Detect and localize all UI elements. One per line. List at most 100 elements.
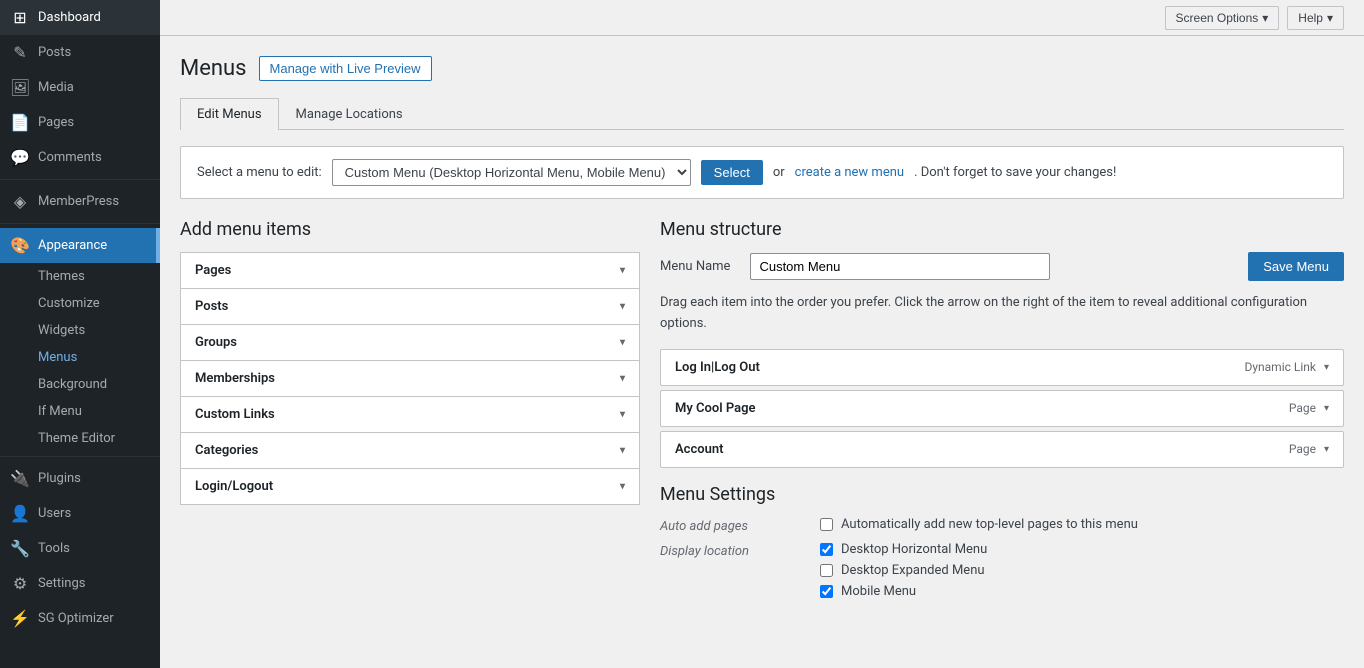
menu-name-label: Menu Name <box>660 259 730 274</box>
sidebar-divider <box>0 179 160 180</box>
sidebar-sub-label-customize: Customize <box>38 296 100 311</box>
menu-item-type-my-cool-page: Page <box>1289 401 1316 415</box>
accordion-header-groups[interactable]: Groups ▾ <box>181 325 639 360</box>
location-mobile-menu-label: Mobile Menu <box>841 584 916 599</box>
sidebar-sub-background[interactable]: Background <box>0 371 160 398</box>
accordion-header-pages[interactable]: Pages ▾ <box>181 253 639 288</box>
sidebar-label-appearance: Appearance <box>38 238 150 253</box>
sidebar-item-plugins[interactable]: 🔌 Plugins <box>0 461 160 496</box>
sidebar-label-posts: Posts <box>38 45 150 60</box>
sidebar-sub-customize[interactable]: Customize <box>0 290 160 317</box>
sidebar-sub-label-if-menu: If Menu <box>38 404 82 419</box>
accordion-header-categories[interactable]: Categories ▾ <box>181 433 639 468</box>
sg-optimizer-icon: ⚡ <box>10 609 30 628</box>
menu-item-label-account: Account <box>675 442 723 457</box>
menu-select-dropdown[interactable]: Custom Menu (Desktop Horizontal Menu, Mo… <box>332 159 691 186</box>
location-mobile-menu-checkbox[interactable] <box>820 585 833 598</box>
location-desktop-horizontal-label: Desktop Horizontal Menu <box>841 542 987 557</box>
menu-item-expand-my-cool-page[interactable]: ▾ <box>1324 403 1329 414</box>
menu-name-input[interactable] <box>750 253 1050 280</box>
sidebar-item-pages[interactable]: 📄 Pages <box>0 105 160 140</box>
add-menu-items-panel: Add menu items Pages ▾ Posts ▾ Groups <box>180 219 640 504</box>
pages-icon: 📄 <box>10 113 30 132</box>
menu-item-log-in-out[interactable]: Log In|Log Out Dynamic Link ▾ <box>660 349 1344 386</box>
accordion-login-logout: Login/Logout ▾ <box>180 468 640 505</box>
auto-add-checkbox-row: Automatically add new top-level pages to… <box>820 517 1138 532</box>
sidebar-item-settings[interactable]: ⚙ Settings <box>0 566 160 601</box>
help-button[interactable]: Help ▾ <box>1287 6 1344 30</box>
tab-edit-menus[interactable]: Edit Menus <box>180 98 279 130</box>
accordion-header-posts[interactable]: Posts ▾ <box>181 289 639 324</box>
auto-add-checkbox[interactable] <box>820 518 833 531</box>
accordion-label-posts: Posts <box>195 299 228 314</box>
location-desktop-horizontal-checkbox[interactable] <box>820 543 833 556</box>
live-preview-button[interactable]: Manage with Live Preview <box>259 56 432 81</box>
help-label: Help <box>1298 11 1323 25</box>
accordion-custom-links: Custom Links ▾ <box>180 396 640 433</box>
accordion-label-custom-links: Custom Links <box>195 407 275 422</box>
drag-instruction: Drag each item into the order you prefer… <box>660 293 1344 335</box>
dashboard-icon: ⊞ <box>10 8 30 27</box>
accordion-label-categories: Categories <box>195 443 258 458</box>
select-menu-row: Select a menu to edit: Custom Menu (Desk… <box>180 146 1344 199</box>
sidebar-item-users[interactable]: 👤 Users <box>0 496 160 531</box>
auto-add-checkbox-label: Automatically add new top-level pages to… <box>841 517 1138 532</box>
tabs-row: Edit Menus Manage Locations <box>180 97 1344 130</box>
sidebar-label-dashboard: Dashboard <box>38 10 150 25</box>
menu-item-expand-log-in-out[interactable]: ▾ <box>1324 362 1329 373</box>
sidebar-label-comments: Comments <box>38 150 150 165</box>
display-location-row: Display location Desktop Horizontal Menu… <box>660 542 1344 599</box>
auto-add-pages-values: Automatically add new top-level pages to… <box>820 517 1138 534</box>
two-column-layout: Add menu items Pages ▾ Posts ▾ Groups <box>180 219 1344 607</box>
menu-item-my-cool-page[interactable]: My Cool Page Page ▾ <box>660 390 1344 427</box>
accordion-arrow-categories: ▾ <box>620 445 625 456</box>
menu-item-type-account: Page <box>1289 442 1316 456</box>
create-new-menu-link[interactable]: create a new menu <box>795 165 904 180</box>
sidebar-label-pages: Pages <box>38 115 150 130</box>
screen-options-button[interactable]: Screen Options ▾ <box>1165 6 1280 30</box>
accordion-header-login-logout[interactable]: Login/Logout ▾ <box>181 469 639 504</box>
location-desktop-expanded-label: Desktop Expanded Menu <box>841 563 985 578</box>
accordion-pages: Pages ▾ <box>180 252 640 289</box>
sidebar-item-sg-optimizer[interactable]: ⚡ SG Optimizer <box>0 601 160 636</box>
sidebar-sub-if-menu[interactable]: If Menu <box>0 398 160 425</box>
accordion-arrow-custom-links: ▾ <box>620 409 625 420</box>
sidebar-item-media[interactable]: 🖼 Media <box>0 70 160 105</box>
sidebar-item-comments[interactable]: 💬 Comments <box>0 140 160 175</box>
sidebar-sub-theme-editor[interactable]: Theme Editor <box>0 425 160 452</box>
sidebar-label-sg-optimizer: SG Optimizer <box>38 611 150 626</box>
sidebar-label-plugins: Plugins <box>38 471 150 486</box>
menu-item-right-my-cool-page: Page ▾ <box>1289 401 1329 415</box>
appearance-icon: 🎨 <box>10 236 30 255</box>
sidebar-item-tools[interactable]: 🔧 Tools <box>0 531 160 566</box>
accordion-header-custom-links[interactable]: Custom Links ▾ <box>181 397 639 432</box>
sidebar-sub-label-theme-editor: Theme Editor <box>38 431 115 446</box>
sidebar-sub-menus[interactable]: Menus <box>0 344 160 371</box>
sidebar-item-appearance[interactable]: 🎨 Appearance <box>0 228 160 263</box>
sidebar-item-memberpress[interactable]: ◈ MemberPress <box>0 184 160 219</box>
sidebar-label-users: Users <box>38 506 150 521</box>
location-desktop-horizontal-row: Desktop Horizontal Menu <box>820 542 987 557</box>
accordion-label-login-logout: Login/Logout <box>195 479 273 494</box>
topbar: Screen Options ▾ Help ▾ <box>160 0 1364 36</box>
sidebar-item-posts[interactable]: ✎ Posts <box>0 35 160 70</box>
accordion-posts: Posts ▾ <box>180 288 640 325</box>
tab-manage-locations[interactable]: Manage Locations <box>279 98 420 130</box>
menu-item-account[interactable]: Account Page ▾ <box>660 431 1344 468</box>
accordion-arrow-pages: ▾ <box>620 265 625 276</box>
plugins-icon: 🔌 <box>10 469 30 488</box>
auto-add-pages-row: Auto add pages Automatically add new top… <box>660 517 1344 534</box>
page-title: Menus <box>180 56 247 81</box>
add-menu-items-title: Add menu items <box>180 219 640 240</box>
sidebar-sub-themes[interactable]: Themes <box>0 263 160 290</box>
save-menu-button[interactable]: Save Menu <box>1248 252 1344 281</box>
menu-item-expand-account[interactable]: ▾ <box>1324 444 1329 455</box>
sidebar-sub-widgets[interactable]: Widgets <box>0 317 160 344</box>
select-button[interactable]: Select <box>701 160 763 185</box>
tab-manage-locations-label: Manage Locations <box>296 107 403 122</box>
accordion-header-memberships[interactable]: Memberships ▾ <box>181 361 639 396</box>
create-menu-label: create a new menu <box>795 165 904 180</box>
location-desktop-expanded-checkbox[interactable] <box>820 564 833 577</box>
sidebar-item-dashboard[interactable]: ⊞ Dashboard <box>0 0 160 35</box>
auto-add-pages-label: Auto add pages <box>660 517 790 534</box>
